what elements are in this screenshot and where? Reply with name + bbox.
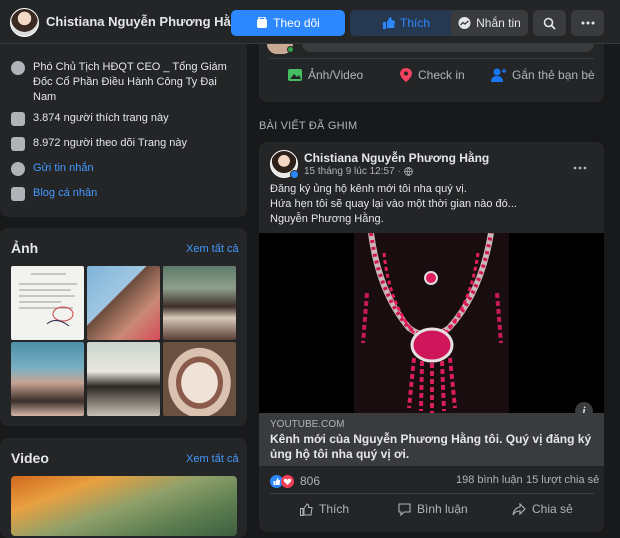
send-message-link[interactable]: Gửi tin nhắn — [33, 161, 94, 176]
share-button[interactable]: Chia sẻ — [512, 502, 573, 516]
location-pin-icon — [400, 68, 412, 82]
link-preview-image[interactable] — [259, 232, 604, 413]
comment-icon — [398, 502, 411, 516]
send-message-row[interactable]: Gửi tin nhắn — [11, 161, 94, 176]
page-avatar[interactable] — [10, 8, 39, 37]
verified-badge-icon — [290, 170, 299, 179]
comment-action-label: Bình luận — [417, 502, 468, 516]
followers-count: 8.972 người theo dõi Trang này — [33, 137, 188, 149]
video-thumbnail[interactable] — [11, 476, 237, 536]
post-author-name[interactable]: Chistiana Nguyễn Phương Hằng — [304, 151, 489, 165]
photos-see-all-link[interactable]: Xem tất cả — [186, 243, 239, 255]
messenger-icon — [458, 16, 471, 29]
search-icon — [543, 17, 556, 30]
blog-link[interactable]: Blog cá nhân — [33, 186, 97, 201]
page-name[interactable]: Chistiana Nguyễn Phương Hằng — [46, 14, 247, 29]
likes-count: 3.874 người thích trang này — [33, 112, 169, 124]
video-title: Video — [11, 450, 49, 466]
actions-divider — [270, 493, 594, 494]
post-body: Đăng ký ủng hộ kênh mới tôi nha quý vị. … — [270, 182, 517, 227]
message-label: Nhắn tin — [476, 16, 521, 30]
blog-icon — [11, 187, 25, 201]
more-options-button[interactable] — [571, 10, 604, 36]
photo-thumbnail[interactable] — [163, 266, 236, 340]
photos-title: Ảnh — [11, 240, 39, 256]
intro-title: Phó Chủ Tịch HĐQT CEO _ Tổng Giám Đốc Cổ… — [33, 61, 227, 103]
info-icon — [11, 61, 25, 75]
intro-title-row: Phó Chủ Tịch HĐQT CEO _ Tổng Giám Đốc Cổ… — [11, 60, 239, 105]
thumbs-up-icon — [300, 502, 313, 516]
photo-video-icon — [288, 69, 302, 81]
love-reaction-icon — [281, 474, 294, 488]
online-dot — [287, 46, 294, 53]
post-text-line: Đăng ký ủng hộ kênh mới tôi nha quý vị. — [270, 183, 467, 195]
photo-video-label: Ảnh/Video — [308, 68, 364, 82]
follow-button[interactable]: Theo dõi — [231, 10, 345, 36]
link-title[interactable]: Kênh mới của Nguyễn Phương Hằng tôi. Quý… — [270, 432, 600, 462]
follow-check-icon — [11, 137, 25, 151]
post-timestamp[interactable]: 15 tháng 9 lúc 12:57 · — [304, 166, 401, 177]
photo-thumbnail[interactable] — [11, 266, 84, 340]
photo-thumbnail[interactable] — [87, 342, 160, 416]
share-action-label: Chia sẻ — [532, 502, 573, 516]
post-text-line: Nguyễn Phương Hằng. — [270, 213, 384, 225]
message-button[interactable]: Nhắn tin — [451, 10, 528, 36]
link-domain: YOUTUBE.COM — [270, 419, 345, 430]
more-dots-icon — [573, 166, 587, 170]
necklace-image — [354, 232, 509, 413]
tag-friends-action[interactable]: Gắn thẻ bạn bè — [491, 68, 595, 82]
more-dots-icon — [581, 21, 594, 25]
composer-divider — [269, 58, 594, 59]
post-options-button[interactable] — [573, 157, 587, 175]
like-action-label: Thích — [319, 502, 350, 516]
blog-row[interactable]: Blog cá nhân — [11, 186, 97, 201]
reaction-count: 806 — [300, 474, 321, 488]
tag-friends-label: Gắn thẻ bạn bè — [512, 68, 595, 82]
tag-friends-icon — [491, 68, 506, 82]
likes-row: 3.874 người thích trang này — [11, 111, 169, 126]
search-button[interactable] — [533, 10, 566, 36]
thumbs-up-icon — [382, 17, 395, 29]
check-in-label: Check in — [418, 68, 465, 82]
like-post-button[interactable]: Thích — [300, 502, 349, 516]
globe-icon — [403, 167, 413, 176]
page-header-bar: Chistiana Nguyễn Phương Hằng Theo dõi Th… — [0, 0, 620, 44]
comment-count[interactable]: 198 bình luận — [456, 474, 523, 486]
messenger-icon — [11, 162, 25, 176]
like-label: Thích — [399, 16, 430, 30]
thumbs-up-icon — [11, 112, 25, 126]
follow-label: Theo dõi — [273, 16, 320, 30]
like-page-button[interactable]: Thích — [350, 10, 463, 36]
comment-button[interactable]: Bình luận — [398, 502, 468, 516]
photo-thumbnail[interactable] — [163, 342, 236, 416]
document-photo — [19, 273, 77, 327]
post-meta: 15 tháng 9 lúc 12:57 · — [304, 166, 413, 177]
video-see-all-link[interactable]: Xem tất cả — [186, 453, 239, 465]
share-icon — [512, 502, 526, 515]
photo-thumbnail[interactable] — [87, 266, 160, 340]
pinned-posts-label: BÀI VIẾT ĐÃ GHIM — [259, 120, 358, 132]
share-count[interactable]: 15 lượt chia sẻ — [526, 474, 599, 486]
reaction-summary[interactable]: 806 — [270, 474, 320, 488]
followers-row: 8.972 người theo dõi Trang này — [11, 136, 187, 151]
post-text-line: Hứa hẹn tôi sẽ quay lại vào một thời gia… — [270, 198, 517, 210]
composer-input[interactable] — [302, 44, 594, 52]
follow-icon — [257, 17, 268, 28]
photo-thumbnail[interactable] — [11, 342, 84, 416]
photo-video-action[interactable]: Ảnh/Video — [288, 68, 363, 82]
check-in-action[interactable]: Check in — [400, 68, 465, 82]
